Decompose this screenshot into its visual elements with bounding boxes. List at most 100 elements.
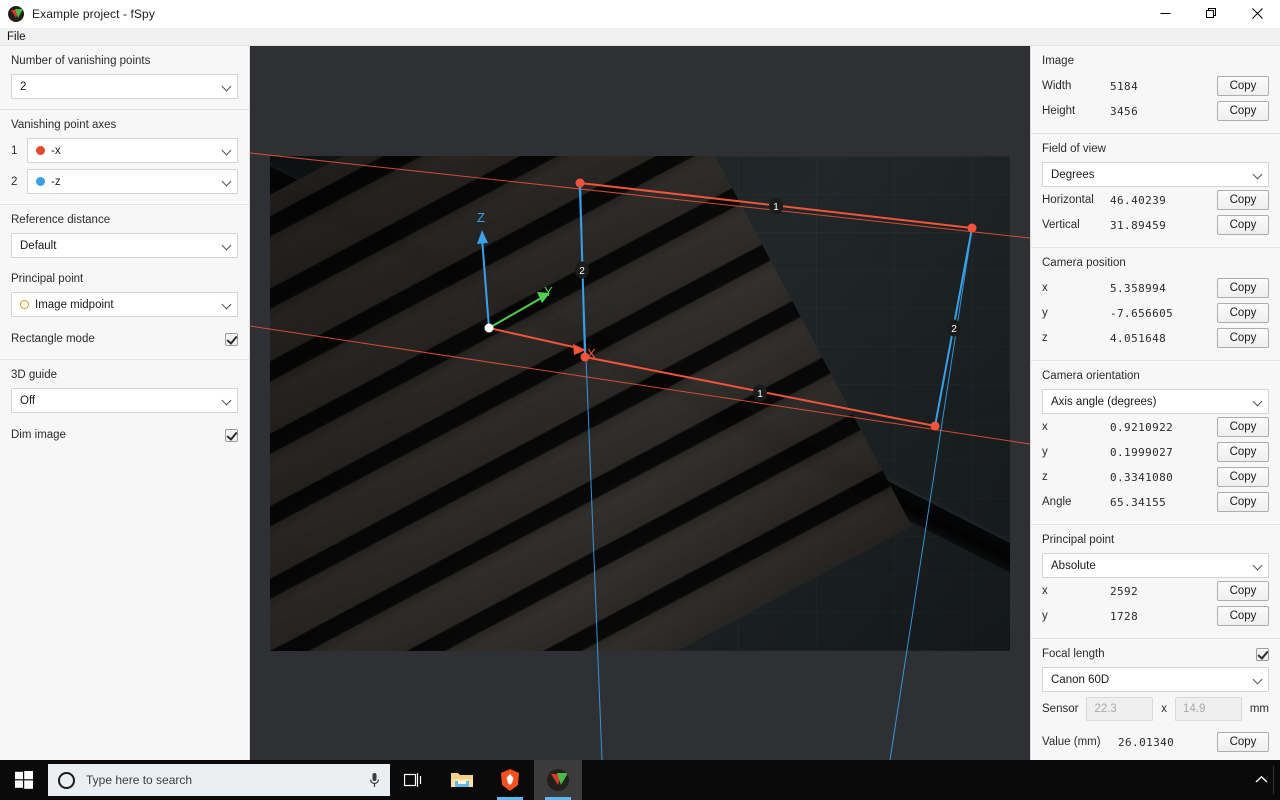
fov-unit-value: Degrees <box>1051 168 1095 181</box>
copy-camera-orientation-z-button[interactable]: Copy <box>1217 467 1269 487</box>
window-title: Example project - fSpy <box>32 6 155 21</box>
section-3d-guide: 3D guide Off Dim image <box>0 359 249 455</box>
sensor-multiply-label: x <box>1161 703 1167 715</box>
guide-3d-select[interactable]: Off <box>11 388 238 413</box>
camera-orientation-x-label: x <box>1042 421 1048 433</box>
fspy-logo-icon <box>8 5 24 22</box>
chevron-up-icon[interactable] <box>1255 773 1268 787</box>
fov-horizontal-row: Horizontal 46.40239 Copy <box>1042 188 1269 212</box>
principal-point-x-value: 2592 <box>1110 584 1139 598</box>
reference-distance-title: Reference distance <box>11 214 111 226</box>
start-button[interactable] <box>0 760 48 800</box>
vanishing-points-select[interactable]: 2 <box>11 74 238 99</box>
chevron-down-icon <box>221 81 232 91</box>
principal-point-result-title: Principal point <box>1042 534 1115 546</box>
principal-point-y-label: y <box>1042 610 1048 622</box>
chevron-down-icon <box>1252 560 1263 570</box>
chevron-down-icon <box>221 145 232 155</box>
microphone-icon <box>370 772 379 787</box>
copy-camera-orientation-x-button[interactable]: Copy <box>1217 417 1269 437</box>
camera-position-title: Camera position <box>1042 257 1126 269</box>
axis-color-dot-blue-icon <box>36 177 45 186</box>
copy-principal-point-x-button[interactable]: Copy <box>1217 581 1269 601</box>
vp-axis-index-2: 2 <box>11 175 18 188</box>
fspy-taskbar-button[interactable] <box>534 760 582 800</box>
section-number-of-vanishing-points: Number of vanishing points 2 <box>0 46 249 109</box>
focal-length-checkbox[interactable] <box>1256 647 1269 661</box>
vp-axis-row-2: 2 -z <box>11 169 238 194</box>
camera-position-z-value: 4.051648 <box>1110 331 1167 345</box>
copy-image-height-button[interactable]: Copy <box>1217 101 1269 121</box>
chevron-down-icon <box>221 240 232 250</box>
copy-focal-length-button[interactable]: Copy <box>1217 732 1269 752</box>
vp-axis-select-2[interactable]: -z <box>27 169 238 194</box>
principal-point-value: Image midpoint <box>35 298 114 311</box>
file-explorer-button[interactable] <box>438 760 486 800</box>
fov-vertical-label: Vertical <box>1042 219 1080 231</box>
section-camera-orientation: Camera orientation Axis angle (degrees) … <box>1031 360 1280 524</box>
chevron-down-icon <box>1252 674 1263 684</box>
principal-point-mode-select[interactable]: Absolute <box>1042 553 1269 578</box>
fov-horizontal-value: 46.40239 <box>1110 193 1167 207</box>
fov-horizontal-label: Horizontal <box>1042 194 1094 206</box>
dim-image-row[interactable]: Dim image <box>11 425 238 445</box>
copy-image-width-button[interactable]: Copy <box>1217 76 1269 96</box>
camera-orientation-angle-label: Angle <box>1042 496 1072 508</box>
fov-section-title: Field of view <box>1042 143 1106 155</box>
camera-orientation-mode-select[interactable]: Axis angle (degrees) <box>1042 389 1269 414</box>
minimize-button[interactable] <box>1142 0 1188 28</box>
camera-position-z-label: z <box>1042 332 1048 344</box>
principal-point-y-row: y 1728 Copy <box>1042 604 1269 628</box>
tray-separator <box>1273 766 1274 794</box>
guide-3d-value: Off <box>20 394 36 407</box>
vanishing-points-value: 2 <box>20 80 27 93</box>
vp-axis-value-1: -x <box>51 144 61 157</box>
task-view-icon <box>404 773 422 787</box>
task-view-button[interactable] <box>390 760 438 800</box>
copy-fov-horizontal-button[interactable]: Copy <box>1217 190 1269 210</box>
focal-length-preset-select[interactable]: Canon 60D <box>1042 667 1269 692</box>
dim-image-checkbox[interactable] <box>225 428 238 442</box>
reference-photo <box>270 156 1010 651</box>
rectangle-mode-row[interactable]: Rectangle mode <box>11 329 238 349</box>
camera-orientation-angle-row: Angle 65.34155 Copy <box>1042 490 1269 514</box>
focal-length-value-row: Value (mm) 26.01340 Copy <box>1042 730 1269 754</box>
camera-orientation-angle-value: 65.34155 <box>1110 495 1167 509</box>
section-vanishing-point-axes: Vanishing point axes 1 -x 2 -z <box>0 109 249 204</box>
principal-point-x-label: x <box>1042 585 1048 597</box>
sensor-width-input[interactable]: 22.3 <box>1086 697 1154 721</box>
search-input[interactable]: Type here to search <box>86 773 369 787</box>
camera-position-y-label: y <box>1042 307 1048 319</box>
brave-browser-button[interactable] <box>486 760 534 800</box>
copy-fov-vertical-button[interactable]: Copy <box>1217 215 1269 235</box>
copy-camera-orientation-y-button[interactable]: Copy <box>1217 442 1269 462</box>
copy-camera-position-x-button[interactable]: Copy <box>1217 278 1269 298</box>
sensor-height-input[interactable]: 14.9 <box>1175 697 1242 721</box>
camera-orientation-z-row: z 0.3341080 Copy <box>1042 465 1269 489</box>
menu-item-file[interactable]: File <box>0 28 33 46</box>
vp-axis-select-1[interactable]: -x <box>27 138 238 163</box>
focal-length-title: Focal length <box>1042 648 1105 660</box>
rectangle-mode-checkbox[interactable] <box>225 332 238 346</box>
camera-orientation-mode-value: Axis angle (degrees) <box>1051 395 1157 408</box>
copy-camera-position-z-button[interactable]: Copy <box>1217 328 1269 348</box>
fov-unit-select[interactable]: Degrees <box>1042 162 1269 187</box>
maximize-restore-button[interactable] <box>1188 0 1234 28</box>
right-results-panel: Image Width 5184 Copy Height 3456 Copy F… <box>1030 46 1280 760</box>
close-button[interactable] <box>1234 0 1280 28</box>
camera-orientation-z-label: z <box>1042 471 1048 483</box>
file-explorer-icon <box>451 773 473 787</box>
title-bar: Example project - fSpy <box>0 0 1280 28</box>
copy-camera-position-y-button[interactable]: Copy <box>1217 303 1269 323</box>
chevron-down-icon <box>221 395 232 405</box>
search-box[interactable]: Type here to search <box>48 764 390 796</box>
image-viewport[interactable]: Z Y X 1 1 2 2 <box>250 46 1030 760</box>
principal-point-marker-icon <box>20 300 29 309</box>
copy-principal-point-y-button[interactable]: Copy <box>1217 606 1269 626</box>
copy-camera-orientation-angle-button[interactable]: Copy <box>1217 492 1269 512</box>
sensor-label: Sensor <box>1042 703 1079 715</box>
principal-point-y-value: 1728 <box>1110 609 1139 623</box>
reference-distance-select[interactable]: Default <box>11 233 238 258</box>
guide-3d-title: 3D guide <box>11 369 58 381</box>
principal-point-select[interactable]: Image midpoint <box>11 292 238 317</box>
